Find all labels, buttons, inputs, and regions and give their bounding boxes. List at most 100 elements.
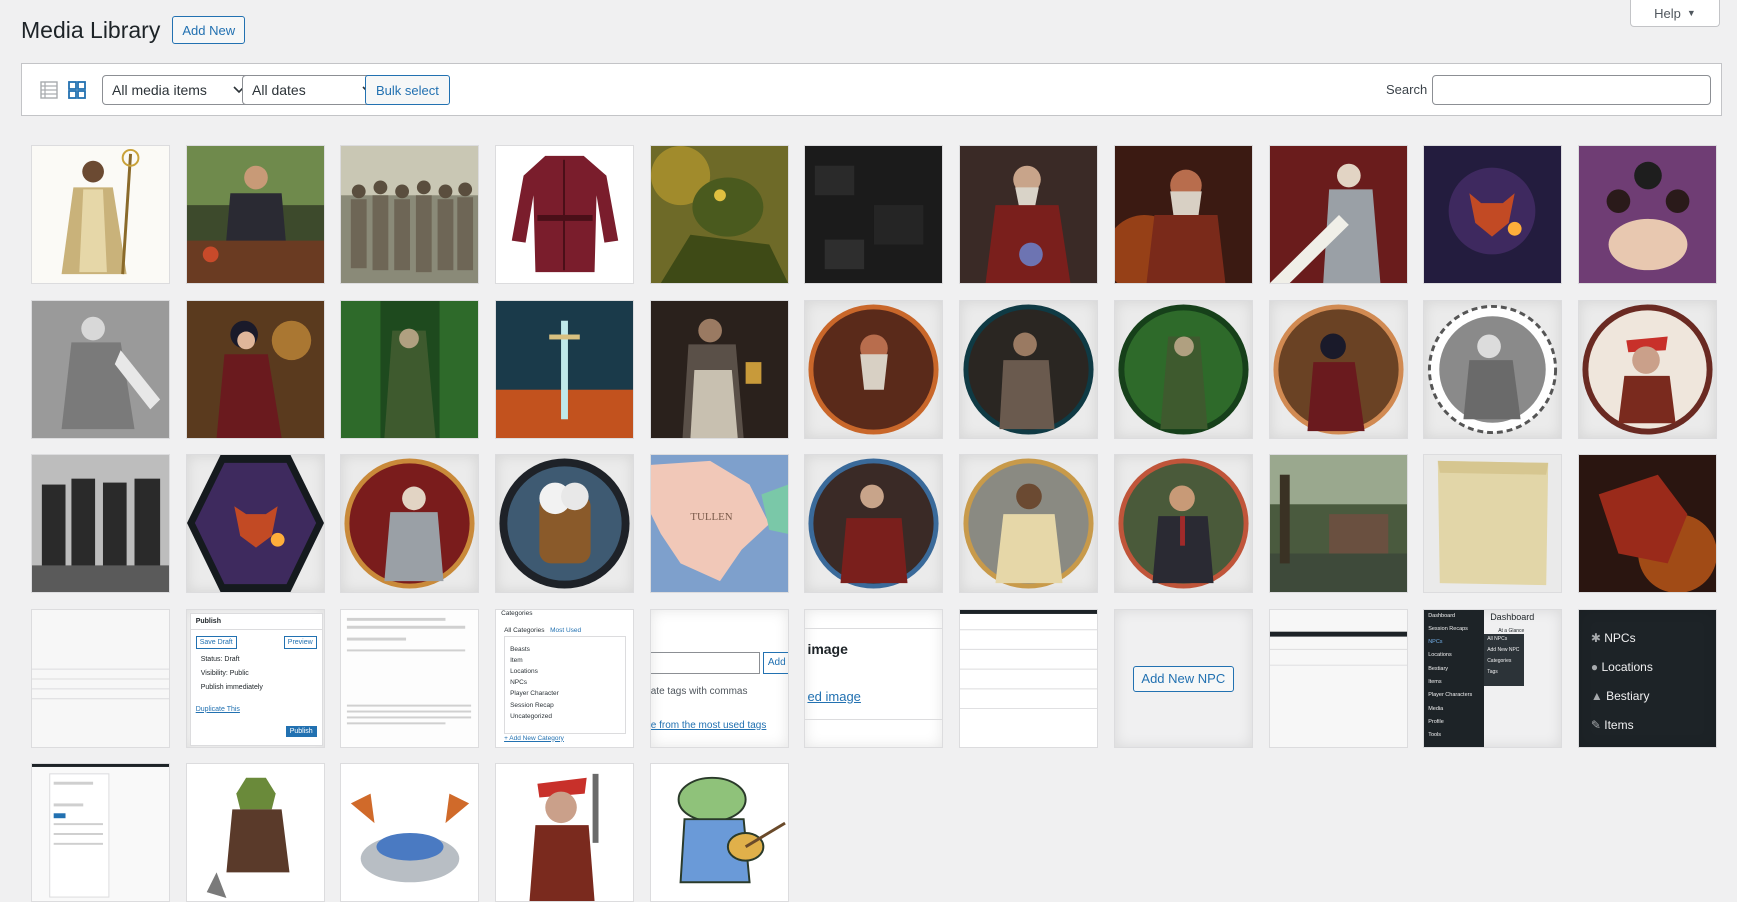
mini-category-item: Uncategorized bbox=[510, 712, 552, 720]
attachment-dwarf-smith[interactable] bbox=[1113, 145, 1253, 284]
attachment-token-tavern-keeper[interactable] bbox=[959, 299, 1099, 439]
search-label: Search bbox=[1386, 82, 1428, 97]
attachment-imp-purple[interactable] bbox=[1423, 145, 1563, 284]
media-grid: TULLEN Publish Save Draft Preview Status… bbox=[31, 145, 1717, 902]
page-header: Media Library Add New bbox=[21, 16, 246, 44]
search-input[interactable] bbox=[1432, 75, 1711, 105]
mini-dark-item-npcs: ✱ NPCs bbox=[1590, 630, 1636, 645]
attachment-dark-texture[interactable] bbox=[804, 145, 944, 284]
mini-categories-title: Categories bbox=[501, 609, 533, 617]
attachment-pirate-gnome[interactable] bbox=[495, 763, 635, 902]
globe-icon: ● bbox=[1590, 659, 1602, 674]
attachment-goblin-rogue[interactable] bbox=[185, 763, 325, 902]
page-title: Media Library bbox=[21, 16, 161, 43]
bulk-select-button[interactable]: Bulk select bbox=[365, 75, 450, 105]
mini-menu-item: Bestiary bbox=[1428, 665, 1449, 672]
attachment-screenshot-header[interactable] bbox=[1268, 608, 1408, 748]
mini-flyout-item: Categories bbox=[1487, 657, 1512, 664]
mini-dashboard-heading: Dashboard bbox=[1490, 611, 1535, 622]
mini-category-item: Beasts bbox=[510, 645, 530, 653]
attachment-token-knight-gold[interactable] bbox=[340, 454, 480, 593]
attachment-token-priest[interactable] bbox=[959, 454, 1099, 593]
attachment-red-dragon[interactable] bbox=[1577, 454, 1717, 593]
mini-category-item: Session Recap bbox=[510, 701, 554, 709]
attachment-screenshot-settings[interactable] bbox=[31, 763, 170, 902]
attachment-red-doublet[interactable] bbox=[495, 145, 635, 284]
pin-icon: ✱ bbox=[1590, 630, 1605, 645]
help-tab[interactable]: Help ▼ bbox=[1630, 0, 1720, 27]
attachment-swamp-troll[interactable] bbox=[649, 145, 789, 284]
mini-flyout-item: Add New NPC bbox=[1487, 646, 1520, 653]
attachment-knight-sword[interactable] bbox=[1268, 145, 1408, 284]
attachment-token-lady[interactable] bbox=[1268, 299, 1408, 439]
mini-glance: At a Glance bbox=[1498, 627, 1525, 634]
attachment-tavern-keeper[interactable] bbox=[649, 299, 789, 439]
mini-add-npc-button: Add New NPC bbox=[1132, 665, 1234, 692]
media-type-value: All media items bbox=[112, 82, 207, 98]
attachment-forest-ranger[interactable] bbox=[340, 299, 480, 439]
mini-menu-item: Session Recaps bbox=[1428, 625, 1468, 632]
attachment-hex-imp[interactable] bbox=[185, 454, 325, 593]
attachment-screenshot-list[interactable] bbox=[959, 608, 1099, 748]
attachment-noble-at-table[interactable] bbox=[185, 145, 325, 284]
list-view-icon[interactable] bbox=[38, 79, 60, 101]
mini-image-title: image bbox=[807, 640, 848, 657]
mini-publish-button: Publish bbox=[285, 725, 317, 737]
mini-menu-item: Tools bbox=[1428, 732, 1442, 739]
media-type-filter[interactable]: All media items bbox=[102, 75, 255, 105]
date-filter-value: All dates bbox=[252, 82, 306, 98]
attachment-screenshot-tags[interactable]: Add ate tags with commas e from the most… bbox=[649, 608, 789, 748]
attachment-token-wizard[interactable] bbox=[804, 454, 944, 593]
attachment-screenshot-dark-menu[interactable]: ✱ NPCs ● Locations ▲ Bestiary ✎ Items bbox=[1577, 608, 1717, 748]
attachment-armored-knight-sketch[interactable] bbox=[31, 299, 170, 439]
attachment-token-ranger[interactable] bbox=[1113, 299, 1253, 439]
mini-visibility: Visibility: Public bbox=[200, 669, 249, 677]
attachment-villagers-group[interactable] bbox=[340, 145, 480, 284]
attachment-parchment[interactable] bbox=[1423, 454, 1563, 593]
attachment-map-tullen[interactable]: TULLEN bbox=[649, 454, 789, 593]
grid-view-icon[interactable] bbox=[66, 79, 88, 101]
attachment-glowing-sword[interactable] bbox=[495, 299, 635, 439]
mini-most-used: e from the most used tags bbox=[650, 719, 767, 731]
mini-menu-item: Locations bbox=[1428, 652, 1452, 659]
attachment-band-bw[interactable] bbox=[31, 454, 170, 593]
mini-preview: Preview bbox=[283, 635, 317, 649]
mini-tab-all: All Categories bbox=[504, 626, 545, 634]
attachment-frog-bard[interactable] bbox=[649, 763, 789, 902]
attachment-band-photo[interactable] bbox=[1577, 145, 1717, 284]
attachment-token-barrel[interactable] bbox=[495, 454, 635, 593]
mini-add-tag: Add bbox=[762, 651, 788, 674]
attachment-lady-crimson[interactable] bbox=[185, 299, 325, 439]
mini-category-item: Player Character bbox=[510, 690, 559, 698]
mini-image-link: ed image bbox=[807, 688, 861, 704]
media-toolbar: All media items All dates Bulk select Se… bbox=[21, 63, 1722, 116]
attachment-token-pirate-gnome[interactable] bbox=[1577, 299, 1717, 439]
attachment-screenshot-dashboard-menu[interactable]: Dashboard Session Recaps NPCs Locations … bbox=[1423, 608, 1563, 748]
attachment-robed-priest[interactable] bbox=[31, 145, 170, 284]
mini-dark-item-bestiary: ▲ Bestiary bbox=[1590, 688, 1650, 703]
attachment-token-noble[interactable] bbox=[1113, 454, 1253, 593]
attachment-screenshot-editor[interactable] bbox=[340, 608, 480, 748]
mini-status: Status: Draft bbox=[200, 655, 240, 663]
mini-duplicate: Duplicate This bbox=[195, 705, 240, 713]
attachment-old-wizard[interactable] bbox=[959, 145, 1099, 284]
add-new-button[interactable]: Add New bbox=[172, 16, 246, 44]
mini-publish-when: Publish immediately bbox=[200, 683, 263, 691]
attachment-screenshot-table[interactable] bbox=[31, 608, 170, 748]
mini-menu-item: Media bbox=[1428, 705, 1444, 712]
attachment-screenshot-publish[interactable]: Publish Save Draft Preview Status: Draft… bbox=[185, 608, 325, 748]
attachment-swamp-village[interactable] bbox=[1268, 454, 1408, 593]
attachment-giant-crab[interactable] bbox=[340, 763, 480, 902]
attachment-screenshot-add-npc[interactable]: Add New NPC bbox=[1113, 608, 1253, 748]
attachment-token-dwarf[interactable] bbox=[804, 299, 944, 439]
attachment-screenshot-categories[interactable]: Categories All Categories Most Used Beas… bbox=[495, 608, 635, 748]
attachment-token-knight-laurel[interactable] bbox=[1423, 299, 1563, 439]
mini-menu-item: Items bbox=[1428, 678, 1442, 685]
mini-tags-hint: ate tags with commas bbox=[650, 685, 748, 697]
paw-icon: ▲ bbox=[1590, 688, 1607, 703]
mini-save-draft: Save Draft bbox=[195, 635, 237, 649]
date-filter[interactable]: All dates bbox=[242, 75, 384, 105]
attachment-screenshot-image-panel[interactable]: image ed image bbox=[804, 608, 944, 748]
mini-dark-item-locations: ● Locations bbox=[1590, 659, 1653, 674]
mini-flyout-item: Tags bbox=[1487, 668, 1498, 675]
